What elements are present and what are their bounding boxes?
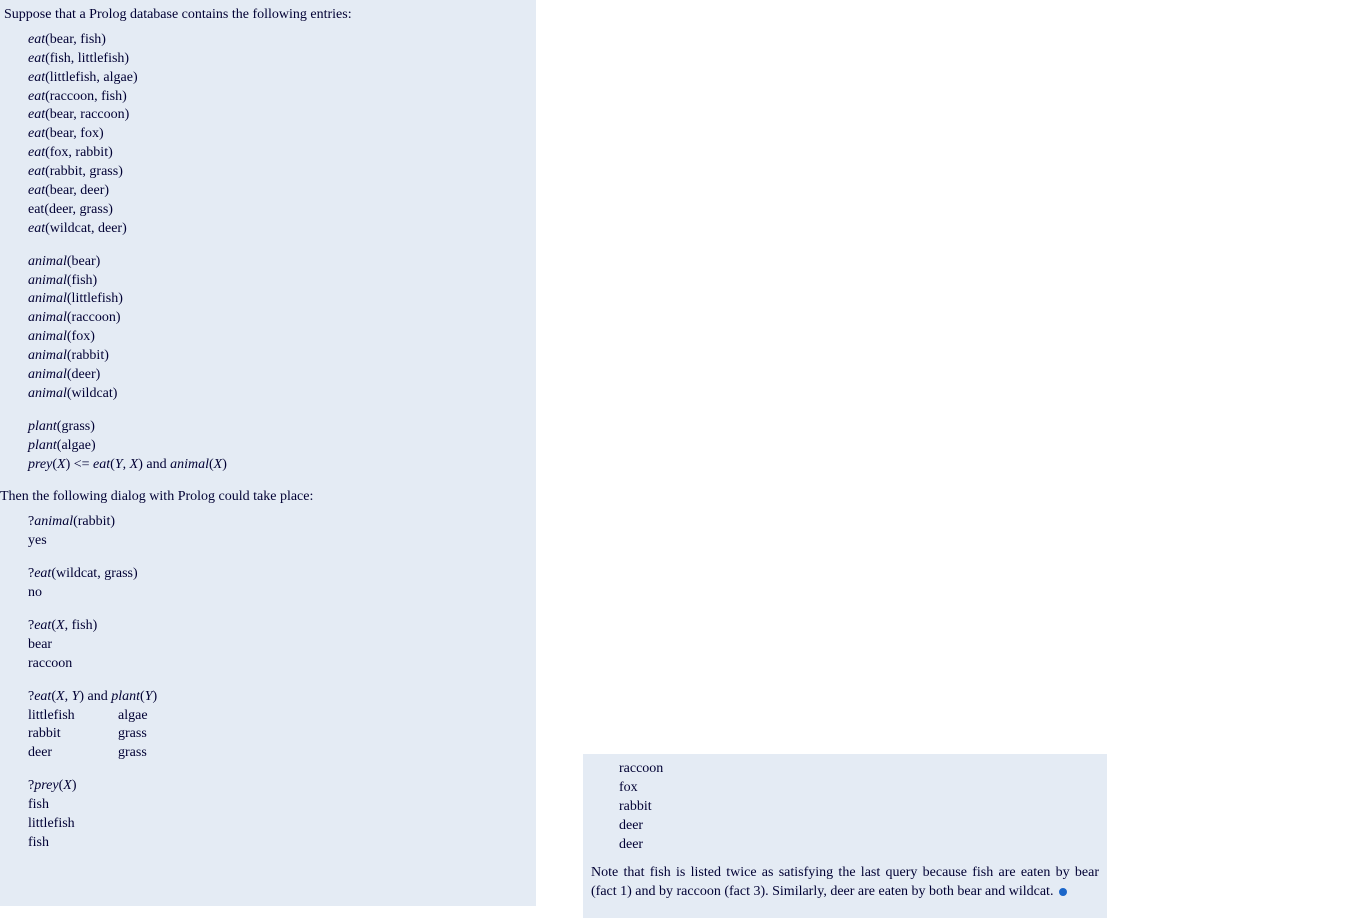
dialog-answer-col1: littlefish — [28, 707, 118, 726]
eat-fact: eat(fish, littlefish) — [28, 50, 536, 69]
left-column: Suppose that a Prolog database contains … — [0, 0, 536, 906]
dialog-intro: Then the following dialog with Prolog co… — [0, 488, 536, 507]
animal-fact: animal(fish) — [28, 272, 536, 291]
dialog-answer-col1: rabbit — [28, 725, 118, 744]
dialog-answer: fish — [28, 834, 536, 853]
eat-fact: eat(bear, deer) — [28, 182, 536, 201]
dialog-query: ?animal(rabbit) — [28, 513, 536, 532]
intro-paragraph: Suppose that a Prolog database contains … — [4, 6, 536, 25]
right-column: raccoonfoxrabbitdeerdeer Note that fish … — [536, 0, 1360, 906]
dialog-answer-col2: algae — [118, 707, 536, 726]
dialog-answer: rabbit — [619, 798, 1099, 817]
dialog-answer: yes — [28, 532, 536, 551]
dialog-answer: raccoon — [28, 655, 536, 674]
eat-fact: eat(bear, raccoon) — [28, 106, 536, 125]
plant-fact: plant(grass) — [28, 418, 536, 437]
plant-rule-block: plant(grass)plant(algae)prey(X) <= eat(Y… — [28, 418, 536, 475]
dialog-query: ?eat(wildcat, grass) — [28, 565, 536, 584]
eat-fact: eat(fox, rabbit) — [28, 144, 536, 163]
note-text: Note that fish is listed twice as satisf… — [591, 865, 1099, 899]
dialog-group: ?animal(rabbit)yes — [28, 513, 536, 551]
animal-fact: animal(littlefish) — [28, 290, 536, 309]
dialog-answer-col1: deer — [28, 744, 118, 763]
dialog-answer-pair: deergrass — [28, 744, 536, 763]
dialog-group: ?eat(X, fish)bearraccoon — [28, 617, 536, 674]
animal-fact: animal(raccoon) — [28, 309, 536, 328]
page: Suppose that a Prolog database contains … — [0, 0, 1360, 906]
eat-fact: eat(deer, grass) — [28, 201, 536, 220]
dialog-answer-col2: grass — [118, 744, 536, 763]
plant-fact: plant(algae) — [28, 437, 536, 456]
end-dot-icon — [1059, 888, 1067, 896]
dialog-group: ?eat(wildcat, grass)no — [28, 565, 536, 603]
animal-fact: animal(wildcat) — [28, 385, 536, 404]
dialog-block: ?animal(rabbit)yes ?eat(wildcat, grass)no… — [28, 513, 536, 852]
eat-fact: eat(littlefish, algae) — [28, 69, 536, 88]
eat-fact: eat(bear, fox) — [28, 125, 536, 144]
note-paragraph: Note that fish is listed twice as satisf… — [591, 864, 1099, 902]
prey-rule: prey(X) <= eat(Y, X) and animal(X) — [28, 456, 536, 475]
dialog-answer: fish — [28, 796, 536, 815]
dialog-group: ?prey(X)fishlittlefishfish — [28, 777, 536, 853]
eat-facts-block: eat(bear, fish)eat(fish, littlefish)eat(… — [28, 31, 536, 239]
dialog-query: ?eat(X, fish) — [28, 617, 536, 636]
dialog-answer: fox — [619, 779, 1099, 798]
dialog-query: ?prey(X) — [28, 777, 536, 796]
dialog-answer: deer — [619, 836, 1099, 855]
animal-facts-block: animal(bear)animal(fish)animal(littlefis… — [28, 253, 536, 404]
eat-fact: eat(bear, fish) — [28, 31, 536, 50]
dialog-answer-col2: grass — [118, 725, 536, 744]
dialog-answer: bear — [28, 636, 536, 655]
animal-fact: animal(rabbit) — [28, 347, 536, 366]
dialog-answer: raccoon — [619, 760, 1099, 779]
right-results: raccoonfoxrabbitdeerdeer — [619, 760, 1099, 854]
eat-fact: eat(rabbit, grass) — [28, 163, 536, 182]
eat-fact: eat(raccoon, fish) — [28, 88, 536, 107]
animal-fact: animal(deer) — [28, 366, 536, 385]
dialog-answer: littlefish — [28, 815, 536, 834]
dialog-query: ?eat(X, Y) and plant(Y) — [28, 688, 536, 707]
dialog-answer-pair: littlefishalgae — [28, 707, 536, 726]
eat-fact: eat(wildcat, deer) — [28, 220, 536, 239]
dialog-group: ?eat(X, Y) and plant(Y)littlefishalgaera… — [28, 688, 536, 764]
dialog-answer: deer — [619, 817, 1099, 836]
animal-fact: animal(bear) — [28, 253, 536, 272]
dialog-answer: no — [28, 584, 536, 603]
dialog-answer-pair: rabbitgrass — [28, 725, 536, 744]
animal-fact: animal(fox) — [28, 328, 536, 347]
right-continuation-box: raccoonfoxrabbitdeerdeer Note that fish … — [583, 754, 1107, 918]
